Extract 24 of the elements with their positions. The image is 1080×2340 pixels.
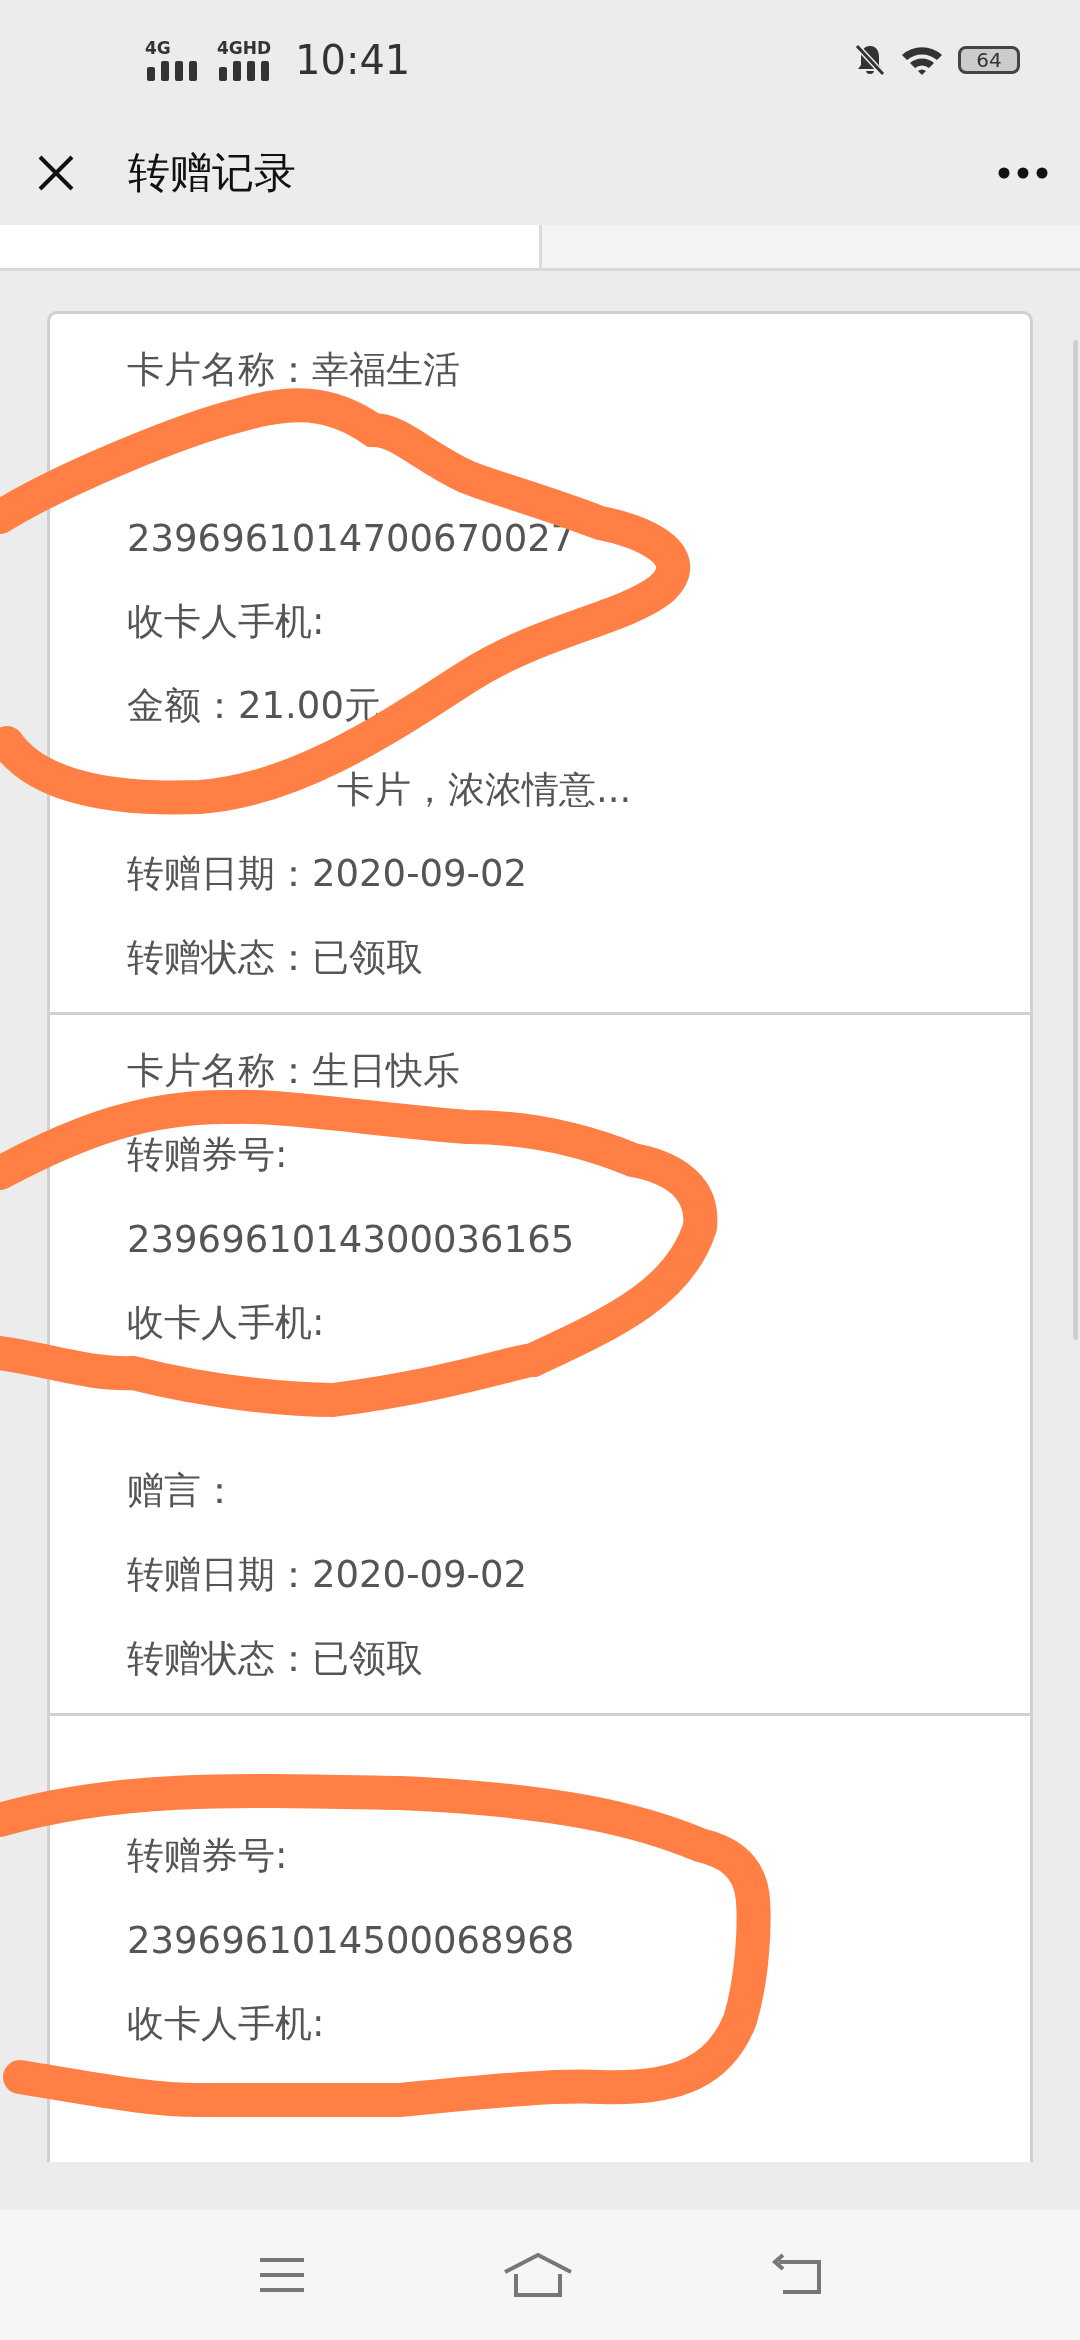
record-field: 转赠日期：2020-09-02 xyxy=(127,832,1030,916)
clock-time: 10:41 xyxy=(295,37,411,83)
record-field: 卡片名称：幸福生活 xyxy=(127,328,1030,412)
battery-icon: 64 xyxy=(958,46,1020,74)
record-field: 2396961014300036165 xyxy=(127,1197,1030,1281)
network-label: 4GHD xyxy=(217,39,272,57)
bell-off-icon xyxy=(854,43,886,77)
record-field: 收卡人手机: xyxy=(127,1281,1030,1365)
record-field: 2396961014700670027 xyxy=(127,496,1030,580)
record-field: 转赠日期：2020-09-02 xyxy=(127,1533,1030,1617)
network-label: 4G xyxy=(145,39,171,57)
more-button[interactable] xyxy=(998,166,1048,179)
record-field: 转赠券号: xyxy=(127,1814,1030,1898)
home-button[interactable] xyxy=(502,2252,574,2298)
record-field: 转赠状态：已领取 xyxy=(127,916,1030,1000)
record-field: 转赠状态：已领取 xyxy=(127,1617,1030,1701)
record-field: 2396961014500068968 xyxy=(127,1898,1030,1982)
record-field: 卡片，浓浓情意... xyxy=(127,748,1030,832)
record-field: 转赠券号: xyxy=(127,1113,1030,1197)
record-field: 赠言： xyxy=(127,1449,1030,1533)
record-field: 收卡人手机: xyxy=(127,580,1030,664)
page-title: 转赠记录 xyxy=(128,146,296,199)
record-field: 卡片名称：生日快乐 xyxy=(127,1029,1030,1113)
record-field: 收卡人手机: xyxy=(127,1982,1030,2066)
